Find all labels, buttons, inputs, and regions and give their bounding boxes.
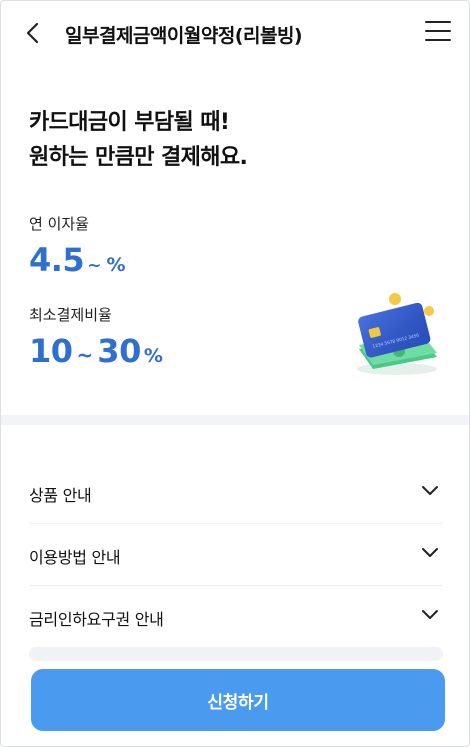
page-title: 일부결제금액이월약정(리볼빙) bbox=[65, 25, 303, 47]
accordion-label: 금리인하요구권 안내 bbox=[29, 610, 164, 629]
hero-headline: 카드대금이 부담될 때! 원하는 만큼만 결제해요. bbox=[29, 105, 248, 175]
min-payment-tilde: ~ bbox=[76, 343, 94, 367]
min-payment-from: 10 bbox=[29, 332, 73, 370]
hamburger-menu-icon[interactable] bbox=[425, 21, 451, 45]
min-payment-label: 최소결제비율 bbox=[29, 306, 112, 324]
top-app-bar: 일부결제금액이월약정(리볼빙) bbox=[1, 1, 469, 63]
accordion-rate-cut-info[interactable]: 금리인하요구권 안내 bbox=[29, 585, 443, 647]
accordion-label: 상품 안내 bbox=[29, 486, 92, 505]
chevron-down-icon bbox=[422, 548, 438, 557]
interest-rate-value: 4.5 ~% bbox=[29, 241, 125, 279]
chevron-down-icon bbox=[422, 610, 438, 619]
credit-card-and-cash-illustration: 1234 5678 9012 3456 bbox=[357, 293, 437, 375]
interest-rate-unit: % bbox=[106, 254, 126, 276]
app-frame: 일부결제금액이월약정(리볼빙) 카드대금이 부담될 때! 원하는 만큼만 결제해… bbox=[0, 0, 470, 747]
accordion-usage-info[interactable]: 이용방법 안내 bbox=[29, 523, 443, 586]
headline-line-2: 원하는 만큼만 결제해요. bbox=[29, 145, 248, 170]
chevron-left-icon[interactable] bbox=[21, 19, 47, 47]
accordion-label: 이용방법 안내 bbox=[29, 548, 121, 567]
min-payment-unit: % bbox=[143, 345, 163, 367]
min-payment-value: 10 ~30% bbox=[29, 332, 163, 370]
chevron-down-icon bbox=[422, 486, 438, 495]
interest-rate-number: 4.5 bbox=[29, 241, 85, 279]
accordion-product-info[interactable]: 상품 안내 bbox=[29, 461, 443, 524]
partial-section-background bbox=[29, 647, 443, 661]
min-payment-to: 30 bbox=[97, 332, 141, 370]
interest-rate-label: 연 이자율 bbox=[29, 215, 89, 233]
headline-line-1: 카드대금이 부담될 때! bbox=[29, 110, 230, 135]
apply-button[interactable]: 신청하기 bbox=[31, 669, 445, 731]
section-divider bbox=[1, 415, 469, 425]
interest-rate-tilde: ~ bbox=[87, 256, 102, 276]
